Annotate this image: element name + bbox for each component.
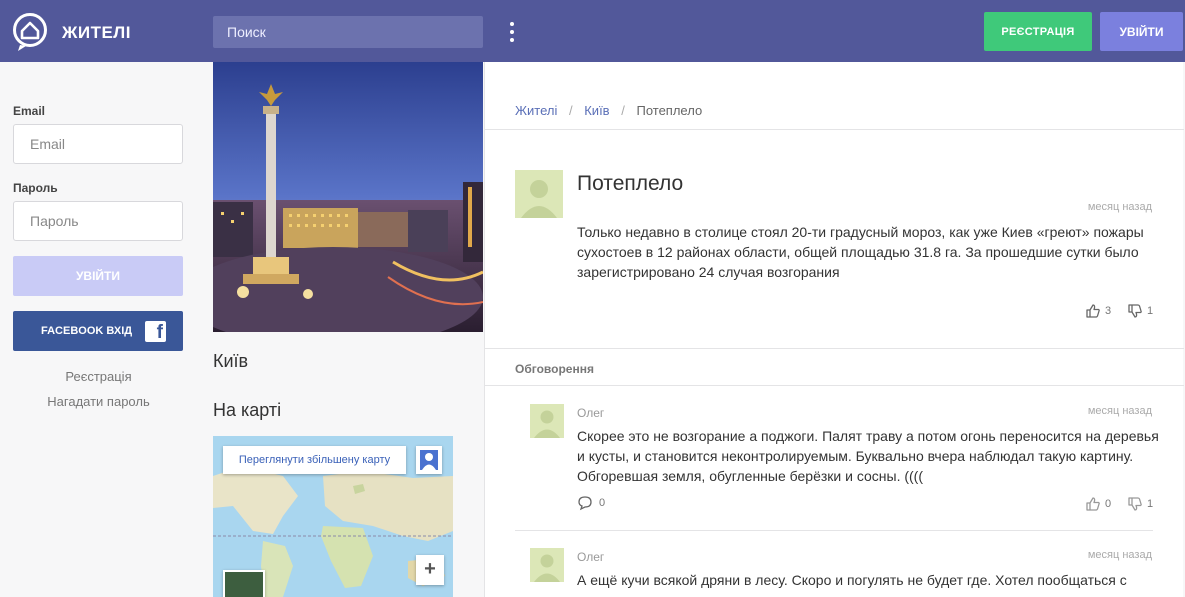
- thumbs-down-icon: [1128, 304, 1142, 318]
- comment-reply-button[interactable]: 0: [577, 495, 605, 511]
- street-view-icon[interactable]: [416, 446, 442, 474]
- comment-time: месяц назад: [1087, 405, 1152, 417]
- post-title: Потеплело: [577, 172, 684, 195]
- city-column: Київ На карті Переглянути збільшену карт…: [197, 62, 484, 597]
- login-sidebar: Email Пароль УВІЙТИ FACEBOOK ВХІД f Реєс…: [0, 62, 197, 597]
- city-name: Київ: [213, 351, 249, 371]
- comment-author[interactable]: Олег: [577, 550, 604, 564]
- post-like-count: 3: [1105, 305, 1112, 317]
- comment-text: А ещё кучи всякой дряни в лесу. Скоро и …: [577, 572, 1127, 588]
- discussion-label: Обговорення: [515, 362, 594, 376]
- login-button[interactable]: УВІЙТИ: [1100, 12, 1183, 51]
- post-time: месяц назад: [1087, 201, 1152, 213]
- register-button[interactable]: РЕЄСТРАЦІЯ: [984, 12, 1092, 51]
- comment-dislike-count: 1: [1147, 498, 1154, 510]
- comment-text: Скорее это не возгорание а поджоги. Паля…: [577, 428, 1159, 484]
- more-menu-icon[interactable]: [503, 22, 521, 42]
- comment-author[interactable]: Олег: [577, 406, 604, 420]
- register-link[interactable]: Реєстрація: [0, 369, 197, 384]
- breadcrumb-current: Потеплело: [636, 103, 703, 118]
- map-heading: На карті: [213, 400, 282, 420]
- search-input[interactable]: [213, 16, 483, 48]
- divider: [515, 530, 1153, 531]
- breadcrumb-city[interactable]: Київ: [584, 103, 609, 118]
- brand-name[interactable]: ЖИТЕЛІ: [62, 23, 131, 43]
- enlarge-map-button[interactable]: Переглянути збільшену карту: [223, 446, 406, 474]
- divider: [485, 129, 1184, 130]
- comment-reply-count: 0: [599, 497, 606, 509]
- post-like-button[interactable]: 3: [1085, 303, 1111, 319]
- comment-time: месяц назад: [1087, 549, 1152, 561]
- satellite-view-toggle[interactable]: [223, 570, 265, 597]
- comment-avatar[interactable]: [530, 548, 564, 582]
- speech-bubble-icon: [578, 496, 592, 511]
- password-field[interactable]: [13, 201, 183, 241]
- world-map[interactable]: Переглянути збільшену карту +: [213, 436, 453, 597]
- comment-avatar[interactable]: [530, 404, 564, 438]
- comment-like-button[interactable]: 0: [1085, 496, 1111, 512]
- comment-dislike-button[interactable]: 1: [1127, 496, 1153, 512]
- post-content: Жителі / Київ / Потеплело Потеплело меся…: [484, 62, 1184, 597]
- divider: [485, 348, 1184, 349]
- email-field[interactable]: [13, 124, 183, 164]
- email-label: Email: [13, 104, 46, 118]
- password-label: Пароль: [13, 181, 58, 195]
- post-dislike-button[interactable]: 1: [1127, 303, 1153, 319]
- thumbs-up-icon: [1086, 304, 1100, 318]
- thumbs-up-icon: [1086, 497, 1100, 511]
- forgot-password-link[interactable]: Нагадати пароль: [0, 394, 197, 409]
- post-body: Только недавно в столице стоял 20-ти гра…: [577, 224, 1144, 280]
- breadcrumb: Жителі / Київ / Потеплело: [515, 103, 703, 118]
- divider: [485, 385, 1184, 386]
- zoom-in-button[interactable]: +: [416, 555, 444, 585]
- comment-like-count: 0: [1105, 498, 1112, 510]
- avatar[interactable]: [515, 170, 563, 218]
- breadcrumb-home[interactable]: Жителі: [515, 103, 557, 118]
- house-chat-logo-icon[interactable]: [12, 12, 48, 52]
- post-dislike-count: 1: [1147, 305, 1154, 317]
- sidebar-login-button[interactable]: УВІЙТИ: [13, 256, 183, 296]
- thumbs-down-icon: [1128, 497, 1142, 511]
- city-photo: [213, 62, 483, 332]
- facebook-icon: f: [145, 321, 166, 342]
- top-navigation-bar: ЖИТЕЛІ РЕЄСТРАЦІЯ УВІЙТИ: [0, 0, 1185, 62]
